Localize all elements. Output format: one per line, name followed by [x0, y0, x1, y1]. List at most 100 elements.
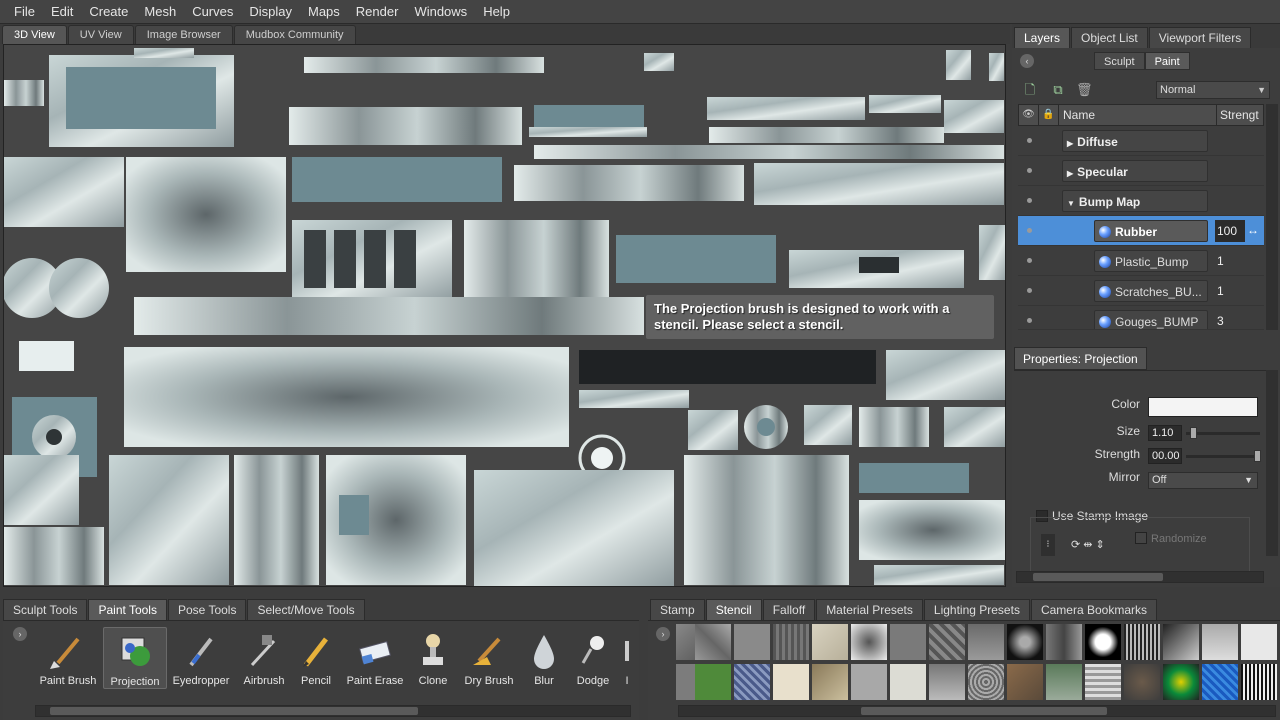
tab-select-move-tools[interactable]: Select/Move Tools	[247, 599, 365, 620]
viewport-3d[interactable]: The Projection brush is designed to work…	[3, 44, 1006, 587]
stencil-thumbnail[interactable]	[734, 624, 770, 660]
menu-curves[interactable]: Curves	[184, 4, 241, 19]
tab-uv-view[interactable]: UV View	[67, 25, 134, 44]
tab-sculpt-tools[interactable]: Sculpt Tools	[3, 599, 88, 620]
tab-stamp[interactable]: Stamp	[650, 599, 705, 620]
size-slider-knob[interactable]	[1190, 427, 1197, 439]
strength-adjust-icon[interactable]: ↔	[1247, 223, 1259, 237]
tab-material-presets[interactable]: Material Presets	[816, 599, 923, 620]
menu-file[interactable]: File	[6, 4, 43, 19]
menu-windows[interactable]: Windows	[406, 4, 475, 19]
size-slider[interactable]	[1186, 427, 1260, 439]
mirror-select[interactable]: Off ▼	[1148, 472, 1258, 489]
stencil-thumbnail[interactable]	[851, 624, 887, 660]
visibility-icon[interactable]	[1027, 168, 1032, 173]
properties-scrollbar[interactable]	[1266, 370, 1278, 556]
collapse-icon[interactable]: ‹	[1020, 54, 1034, 68]
stencil-thumbnail[interactable]	[1202, 664, 1238, 700]
layer-strength[interactable]: 100	[1215, 220, 1245, 242]
tab-stencil[interactable]: Stencil	[705, 599, 762, 620]
menu-display[interactable]: Display	[241, 4, 300, 19]
stencil-thumbnail[interactable]	[1085, 624, 1121, 660]
stencil-thumbnail[interactable]	[812, 664, 848, 700]
stencil-thumbnail[interactable]	[1202, 624, 1238, 660]
new-layer-icon[interactable]: 🗋	[1022, 82, 1038, 98]
menu-render[interactable]: Render	[348, 4, 407, 19]
stencil-thumbnail[interactable]	[1163, 624, 1199, 660]
tool-pencil[interactable]: Pencil	[284, 627, 348, 689]
stencil-thumbnail[interactable]	[773, 664, 809, 700]
menu-edit[interactable]: Edit	[43, 4, 81, 19]
menu-create[interactable]: Create	[81, 4, 136, 19]
menu-mesh[interactable]: Mesh	[136, 4, 184, 19]
stencil-thumbnail[interactable]	[1241, 664, 1277, 700]
layer-strength[interactable]: 3	[1215, 310, 1245, 329]
layer-row-bump-map[interactable]: ▼ Bump Map	[1018, 186, 1264, 216]
layer-row-plastic-bump[interactable]: Plastic_Bump 1	[1018, 246, 1264, 276]
strength-slider-knob[interactable]	[1254, 450, 1261, 462]
tool-eyedropper[interactable]: Eyedropper	[169, 627, 233, 689]
stencil-thumbnail[interactable]	[1007, 664, 1043, 700]
tab-layers[interactable]: Layers	[1014, 27, 1071, 48]
layer-row-gouges-bump[interactable]: Gouges_BUMP 3	[1018, 306, 1264, 330]
stencil-thumbnail[interactable]	[1124, 624, 1160, 660]
tab-pose-tools[interactable]: Pose Tools	[167, 599, 247, 620]
layer-row-specular[interactable]: ▶ Specular	[1018, 156, 1264, 186]
menu-maps[interactable]: Maps	[300, 4, 348, 19]
stencil-thumbnail[interactable]	[890, 624, 926, 660]
tab-image-browser[interactable]: Image Browser	[134, 25, 233, 44]
visibility-icon[interactable]	[1027, 138, 1032, 143]
stencil-thumbnail[interactable]	[1124, 664, 1160, 700]
blend-mode-select[interactable]: Normal ▼	[1156, 81, 1270, 99]
tool-projection[interactable]: Projection	[103, 627, 167, 689]
tools-hscrollbar[interactable]	[35, 705, 631, 717]
tab-camera-bookmarks[interactable]: Camera Bookmarks	[1030, 599, 1157, 620]
stencil-thumbnail[interactable]	[1163, 664, 1199, 700]
visibility-icon[interactable]	[1027, 228, 1032, 233]
stencil-thumbnail[interactable]	[1046, 624, 1082, 660]
size-field[interactable]: 1.10	[1148, 425, 1182, 441]
tab-lighting-presets[interactable]: Lighting Presets	[923, 599, 1030, 620]
sculpt-mode-button[interactable]: Sculpt	[1094, 52, 1145, 70]
stencil-thumbnail[interactable]	[773, 624, 809, 660]
color-swatch[interactable]	[1148, 397, 1258, 417]
tab-3d-view[interactable]: 3D View	[2, 25, 67, 44]
tab-paint-tools[interactable]: Paint Tools	[88, 599, 167, 620]
visibility-icon[interactable]	[1027, 258, 1032, 263]
tray-options-icon[interactable]: ›	[13, 627, 27, 641]
stencil-thumbnail[interactable]	[1085, 664, 1121, 700]
layer-row-scratches-bump[interactable]: Scratches_BU... 1	[1018, 276, 1264, 306]
stencil-thumbnail[interactable]	[695, 664, 731, 700]
stamp-transform-icons[interactable]: ⟳ ⇹ ⇕	[1071, 538, 1105, 551]
tray-options-icon[interactable]: ›	[656, 627, 670, 641]
stencil-thumbnail[interactable]	[1046, 664, 1082, 700]
tool-paint-erase[interactable]: Paint Erase	[343, 627, 407, 689]
stencil-thumbnail[interactable]	[734, 664, 770, 700]
stencil-thumbnail[interactable]	[929, 664, 965, 700]
stencil-thumbnail[interactable]	[968, 664, 1004, 700]
stencil-hscrollbar[interactable]	[678, 705, 1276, 717]
stencil-thumbnail[interactable]	[812, 624, 848, 660]
tab-viewport-filters[interactable]: Viewport Filters	[1148, 27, 1252, 48]
stencil-thumbnail[interactable]	[695, 624, 731, 660]
visibility-icon[interactable]	[1027, 288, 1032, 293]
stamp-preview-icon[interactable]: ⁝	[1041, 534, 1055, 556]
tab-properties-projection[interactable]: Properties: Projection	[1014, 347, 1147, 370]
tab-mudbox-community[interactable]: Mudbox Community	[233, 25, 356, 44]
delete-layer-icon[interactable]: 🗑	[1076, 82, 1093, 98]
strength-field[interactable]: 00.00	[1148, 448, 1182, 464]
tool-partial[interactable]: I	[615, 627, 639, 689]
stencil-thumbnail[interactable]	[890, 664, 926, 700]
duplicate-layer-icon[interactable]: ⧉	[1050, 82, 1066, 98]
layer-strength[interactable]: 1	[1215, 250, 1245, 272]
tab-falloff[interactable]: Falloff	[762, 599, 816, 620]
layer-scrollbar[interactable]	[1266, 104, 1278, 330]
layer-strength[interactable]: 1	[1215, 280, 1245, 302]
stencil-thumbnail[interactable]	[1241, 624, 1277, 660]
tab-object-list[interactable]: Object List	[1071, 27, 1148, 48]
stencil-thumbnail[interactable]	[851, 664, 887, 700]
tool-clone[interactable]: Clone	[401, 627, 465, 689]
visibility-icon[interactable]	[1027, 198, 1032, 203]
visibility-icon[interactable]	[1027, 318, 1032, 323]
tool-paint-brush[interactable]: Paint Brush	[36, 627, 100, 689]
